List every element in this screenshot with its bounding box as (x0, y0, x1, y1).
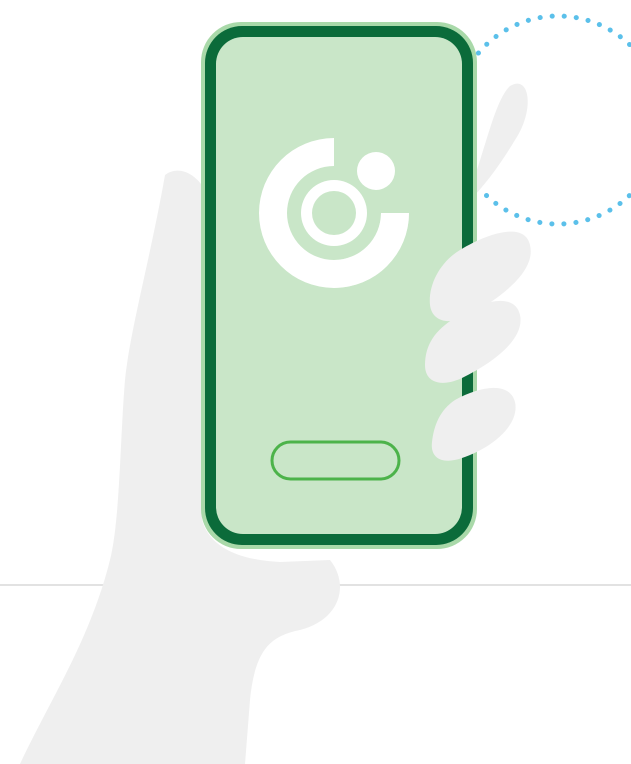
dotted-circle-decoration (451, 13, 631, 227)
app-logo-icon (259, 138, 409, 288)
hand-phone-illustration (0, 13, 631, 764)
hand-thumb (470, 83, 528, 200)
illustration-canvas (0, 0, 631, 764)
